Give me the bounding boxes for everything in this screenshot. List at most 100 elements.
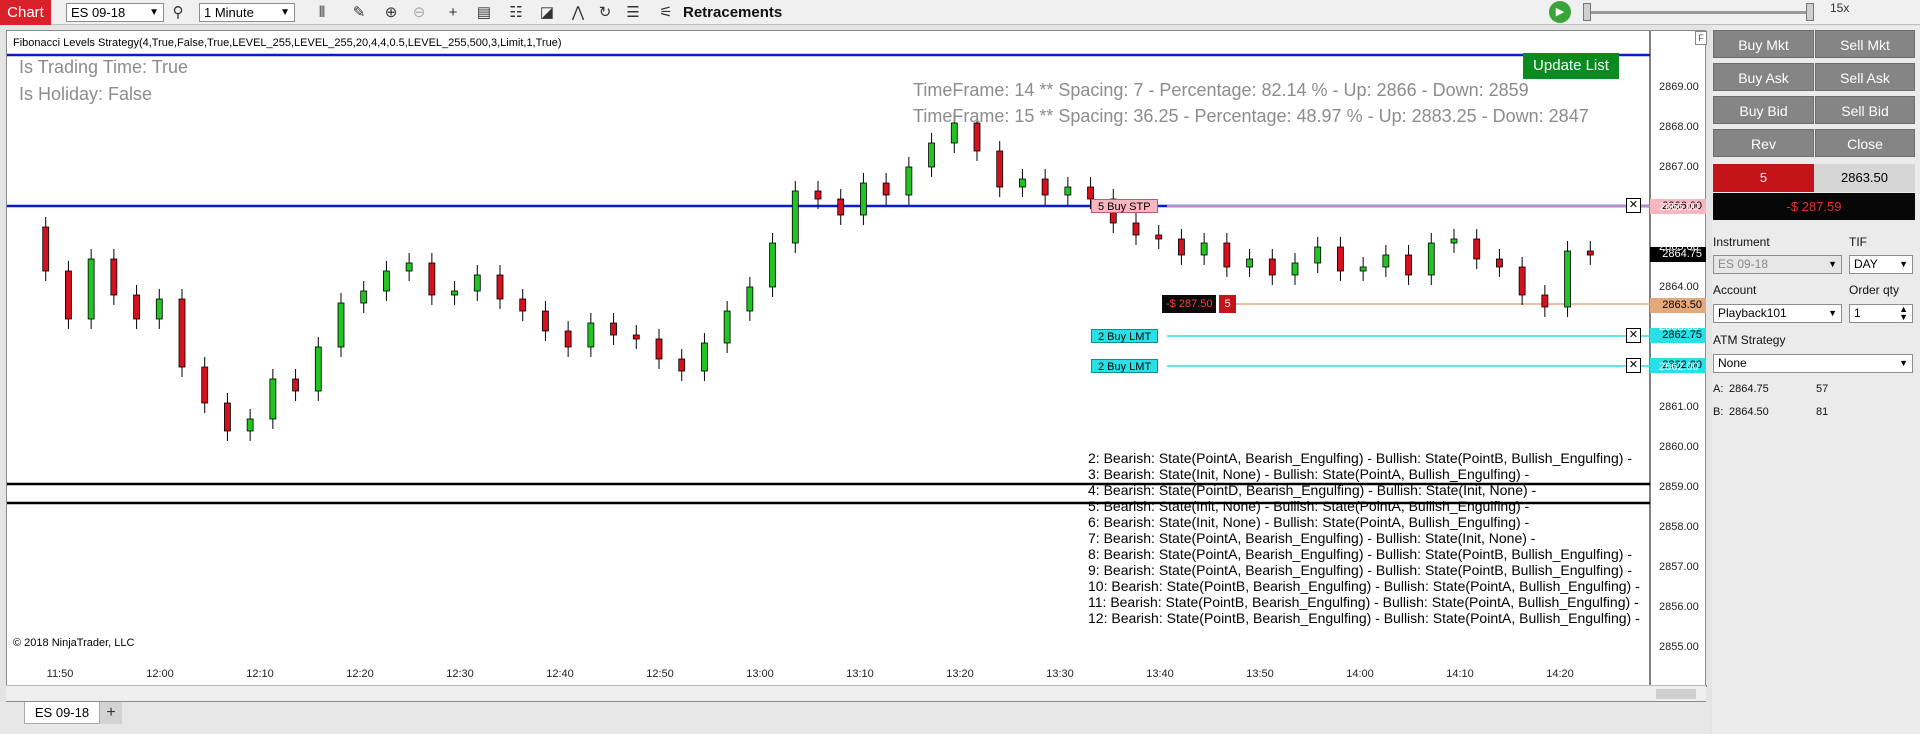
reload-icon[interactable]: ↻ [595,3,615,22]
interval-select-value: 1 Minute [204,5,254,20]
properties-icon[interactable]: ☷ [506,3,526,22]
x-axis-label: 13:30 [1046,668,1074,680]
order-buy-lmt-tag[interactable]: 2 Buy LMT [1091,359,1159,373]
indicators-icon[interactable]: ◪ [537,3,557,22]
candle-body [224,402,231,432]
candle-body [1473,238,1481,260]
order-buy-stp-tag[interactable]: 5 Buy STP [1091,199,1158,213]
candle-body [383,270,390,292]
bid-label: B: [1713,406,1724,418]
chart-panel[interactable]: Fibonacci Levels Strategy(4,True,False,T… [6,30,1707,702]
tif-select[interactable]: DAY ▼ [1849,255,1913,274]
bar-type-icon[interactable]: ⫴ [312,3,332,22]
candle-body [542,310,549,332]
order-buy-lmt-tag[interactable]: 2 Buy LMT [1091,329,1159,343]
ask-size: 57 [1816,383,1829,395]
candle-body [701,342,708,372]
position-qty: 5 [1713,164,1814,192]
x-axis-label: 12:40 [546,668,574,680]
tif-select-value: DAY [1854,257,1878,271]
candle-body [314,346,322,392]
strategies-icon[interactable]: ⋀ [568,3,588,22]
atm-strategy-label: ATM Strategy [1713,333,1786,347]
x-axis-label: 13:40 [1146,668,1174,680]
close-position-button[interactable]: Close [1815,129,1915,157]
x-axis-label: 13:50 [1246,668,1274,680]
atm-strategy-select[interactable]: None ▼ [1713,354,1913,373]
scroll-to-end-icon[interactable]: F [1695,31,1707,45]
data-box-icon[interactable]: ▤ [474,3,494,22]
sell-ask-button[interactable]: Sell Ask [1815,63,1915,91]
candle-body [337,302,345,348]
y-axis-label: 2866.00 [1659,201,1699,213]
x-axis-label: 12:00 [146,668,174,680]
candle-body [155,298,163,320]
reverse-button[interactable]: Rev [1713,129,1814,157]
order-qty-value: 1 [1854,306,1861,320]
order-qty-label: Order qty [1849,283,1900,297]
candle-body [1518,266,1526,296]
buy-market-button[interactable]: Buy Mkt [1713,30,1814,58]
y-axis-label: 2868.00 [1659,121,1699,133]
zoom-out-icon[interactable]: ⊖ [409,3,429,22]
play-icon[interactable]: ▶ [1549,1,1571,23]
candle-body [1064,186,1072,196]
x-axis-label: 12:20 [346,668,374,680]
x-axis-label: 12:10 [246,668,274,680]
ask-label: A: [1713,383,1724,395]
state-line: 3: Bearish: State(Init, None) - Bullish:… [1088,466,1530,482]
bid-size: 81 [1816,406,1829,418]
interval-select[interactable]: 1 Minute ▼ [199,3,295,22]
search-icon[interactable]: ⚲ [168,3,188,22]
candle-body [428,262,436,296]
candle-body [610,322,617,336]
cancel-order-icon[interactable]: ✕ [1626,358,1641,373]
timeframe-line-14: TimeFrame: 14 ** Spacing: 7 - Percentage… [913,80,1529,100]
account-select[interactable]: Playback101 ▼ [1713,304,1842,323]
candle-body [1291,262,1299,276]
update-list-button[interactable]: Update List [1523,53,1619,79]
sell-bid-button[interactable]: Sell Bid [1815,96,1915,124]
chart-tab[interactable]: Chart [0,0,51,25]
chevron-down-icon: ▼ [1828,308,1837,318]
candle-body [1564,250,1571,308]
playback-start-handle[interactable] [1583,3,1591,21]
state-line: 6: Bearish: State(Init, None) - Bullish:… [1088,514,1530,530]
settings-sliders-icon[interactable]: ⚟ [656,3,676,22]
x-axis-label: 14:00 [1346,668,1374,680]
candle-body [1041,178,1049,196]
cancel-order-icon[interactable]: ✕ [1626,198,1641,213]
candle-body [1155,234,1163,240]
tab-es-09-18[interactable]: ES 09-18 [24,702,100,724]
holiday-status: Is Holiday: False [19,84,153,104]
candle-body [1405,254,1412,276]
add-tab-button[interactable]: + [100,702,122,724]
order-qty-stepper[interactable]: 1 ▲ ▼ [1849,304,1913,323]
scrollbar-thumb[interactable] [1656,689,1696,699]
buy-ask-button[interactable]: Buy Ask [1713,63,1814,91]
horizontal-scrollbar[interactable] [6,685,1706,701]
chevron-down-icon: ▼ [1899,358,1908,368]
stepper-icon[interactable]: ▲ ▼ [1899,305,1908,322]
state-line: 2: Bearish: State(PointA, Bearish_Engulf… [1088,450,1632,466]
candle-body [42,226,50,272]
trading-time-status: Is Trading Time: True [19,57,189,77]
candle-body [1382,254,1390,268]
y-axis-label: 2859.00 [1659,481,1699,493]
candle-body [814,190,822,200]
playback-speed-handle[interactable] [1806,3,1814,21]
buy-bid-button[interactable]: Buy Bid [1713,96,1814,124]
zoom-in-icon[interactable]: ⊕ [381,3,401,22]
list-icon[interactable]: ☰ [623,3,643,22]
candle-body [769,242,776,288]
state-line: 11: Bearish: State(PointB, Bearish_Engul… [1088,594,1639,610]
position-qty-tag[interactable]: 5 [1219,295,1236,313]
instrument-select[interactable]: ES 09-18 ▼ [66,3,164,22]
pencil-icon[interactable]: ✎ [349,3,369,22]
unrealized-pnl: -$ 287.59 [1713,193,1915,220]
cancel-order-icon[interactable]: ✕ [1626,328,1641,343]
crosshair-icon[interactable]: + [443,3,463,22]
chevron-down-icon: ▼ [149,7,159,18]
sell-market-button[interactable]: Sell Mkt [1815,30,1915,58]
playback-speed-slider[interactable] [1583,11,1813,14]
